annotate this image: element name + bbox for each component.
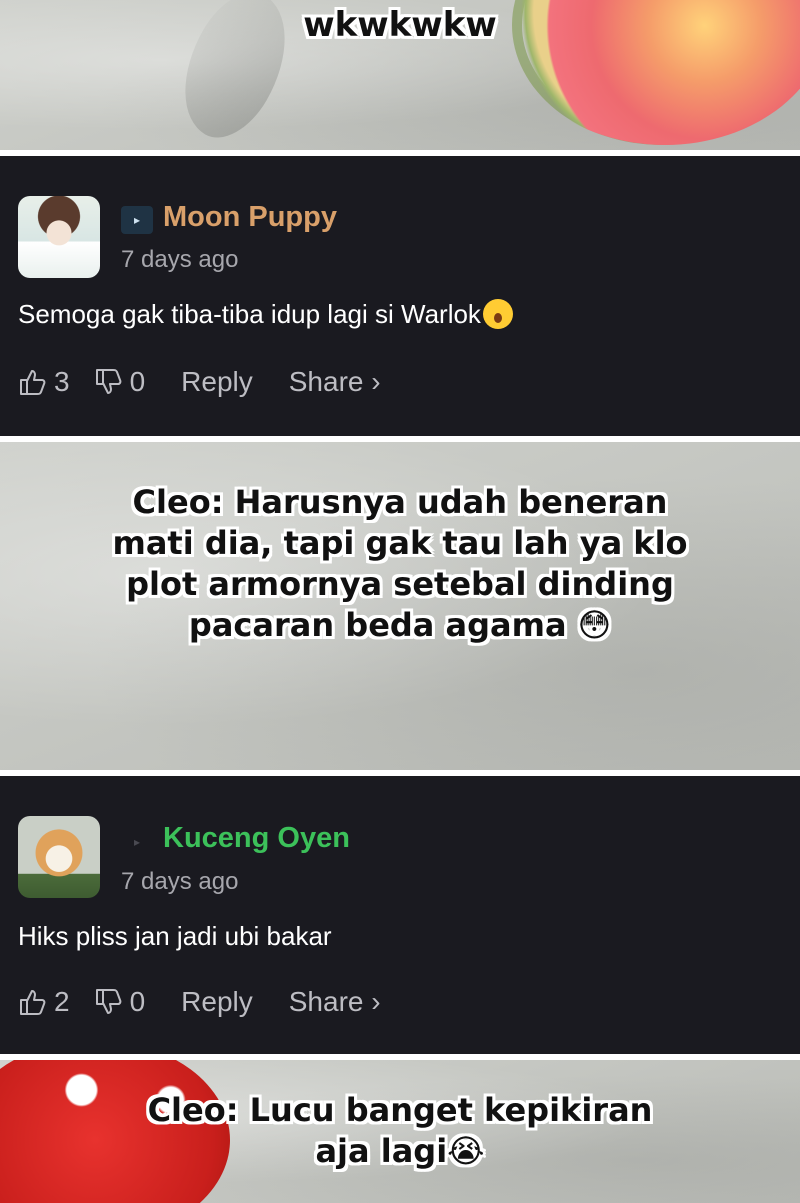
thumbs-down-icon [95, 989, 121, 1014]
dislike-button[interactable]: 0 [94, 366, 146, 398]
user-badge-icon: ▸ [133, 835, 141, 849]
dislike-count: 0 [129, 366, 146, 397]
comment-username[interactable]: Kuceng Oyen [163, 822, 350, 855]
like-count: 3 [54, 366, 70, 397]
like-button[interactable]: 3 [18, 366, 70, 398]
share-button[interactable]: Share › [289, 986, 381, 1018]
panel-caption: Cleo: Harusnya udah beneran mati dia, ta… [112, 483, 688, 644]
panel-caption: wkwkwkw [303, 5, 497, 45]
webtoon-comments-page: wkwkwkw ▸ Moon Puppy 7 days ago Semoga g… [0, 0, 800, 1203]
share-button[interactable]: Share › [289, 366, 381, 398]
panel-caption: Cleo: Lucu banget kepikiran aja lagi😭 [147, 1091, 653, 1170]
dislike-button[interactable]: 0 [94, 986, 146, 1018]
thumbs-up-icon [20, 990, 46, 1015]
thumbs-down-icon [95, 369, 121, 394]
thumbs-up-icon [20, 370, 46, 395]
reply-button[interactable]: Reply [181, 366, 253, 398]
like-count: 2 [54, 986, 70, 1017]
comment-username[interactable]: Moon Puppy [163, 201, 337, 234]
comment-text: Hiks pliss jan jadi ubi bakar [18, 921, 332, 951]
reply-button[interactable]: Reply [181, 986, 253, 1018]
avatar[interactable] [18, 816, 100, 898]
avatar[interactable] [18, 196, 100, 278]
comment-actions: 3 0 Reply Share › [18, 364, 405, 400]
comic-panel-top: wkwkwkw [0, 0, 800, 150]
dislike-count: 0 [129, 986, 146, 1017]
comment-card: ▸ Moon Puppy 7 days ago Semoga gak tiba-… [0, 156, 800, 436]
comic-panel-middle: Cleo: Harusnya udah beneran mati dia, ta… [0, 442, 800, 770]
comment-text: Semoga gak tiba-tiba idup lagi si Warlok [18, 299, 513, 330]
comment-timestamp: 7 days ago [121, 868, 239, 895]
comment-actions: 2 0 Reply Share › [18, 984, 405, 1020]
comic-panel-bottom: Cleo: Lucu banget kepikiran aja lagi😭 [0, 1060, 800, 1203]
like-button[interactable]: 2 [18, 986, 70, 1018]
user-badge-icon: ▸ [121, 206, 153, 234]
flushed-face-emoji-icon [482, 299, 513, 329]
comment-timestamp: 7 days ago [121, 246, 239, 273]
comment-card: ▸ Kuceng Oyen 7 days ago Hiks pliss jan … [0, 776, 800, 1054]
